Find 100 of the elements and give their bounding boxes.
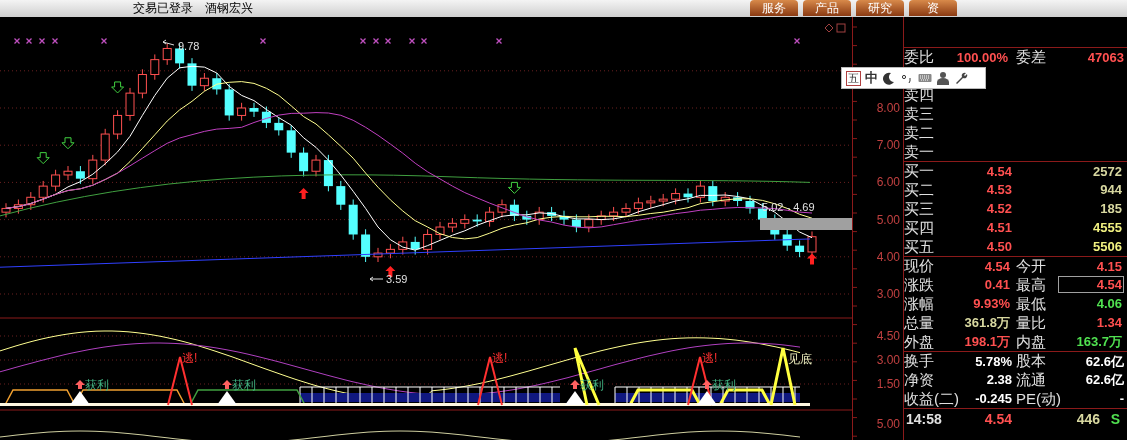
axis-label: 4.50 xyxy=(876,329,900,343)
candlestick xyxy=(509,199,519,222)
stock-name: 酒钢宏兴 xyxy=(205,0,253,16)
candlestick xyxy=(373,247,383,263)
candlestick xyxy=(75,165,85,185)
candlestick xyxy=(224,83,234,122)
cross-marker-icon xyxy=(359,37,367,45)
triangle-marker xyxy=(217,391,237,405)
menu-tab[interactable]: 资 xyxy=(909,0,957,16)
field-label: 卖二 xyxy=(904,123,935,142)
axis-label: 5.00 xyxy=(876,212,900,227)
field-value: 4.53 xyxy=(985,181,1012,198)
down-arrow-icon xyxy=(507,181,521,194)
down-arrow-icon xyxy=(61,137,75,150)
candlestick xyxy=(299,146,309,177)
menu-tab[interactable]: 产品 xyxy=(803,0,851,16)
field-value: - xyxy=(1118,390,1124,407)
field-value: 2572 xyxy=(1092,162,1122,180)
field-value: 5506 xyxy=(1092,238,1122,255)
candlestick xyxy=(435,221,445,241)
candlestick xyxy=(212,72,222,96)
candlestick xyxy=(51,169,61,192)
triangle-marker xyxy=(70,391,90,405)
menu-tab[interactable]: 研究 xyxy=(856,0,904,16)
menu-tab[interactable]: 服务 xyxy=(750,0,798,16)
field-label: 外盘 xyxy=(904,332,935,351)
field-value: 198.1万 xyxy=(963,333,1011,350)
field-label: 量比 xyxy=(1016,313,1047,332)
candlestick xyxy=(733,191,743,207)
field-value: 944 xyxy=(1099,181,1122,198)
candlestick xyxy=(385,243,395,259)
candlestick xyxy=(609,206,619,222)
candlestick xyxy=(695,180,705,203)
candlestick xyxy=(38,180,48,203)
field-value: 1.34 xyxy=(1095,314,1123,331)
candlestick xyxy=(795,239,805,258)
user-icon[interactable] xyxy=(936,71,950,85)
pointer-line xyxy=(369,276,384,282)
candlestick xyxy=(187,57,197,92)
field-value: 62.6亿 xyxy=(1084,371,1124,388)
candlestick xyxy=(323,154,333,192)
up-arrow-icon xyxy=(702,380,712,389)
spike-marker xyxy=(573,346,601,406)
candlestick xyxy=(113,109,123,140)
field-label: 总量 xyxy=(904,313,935,332)
candlestick xyxy=(522,210,532,226)
candlestick xyxy=(1,202,11,218)
cross-marker-icon xyxy=(100,37,108,45)
down-arrow-icon xyxy=(36,152,50,165)
field-label: PE(动) xyxy=(1016,389,1062,408)
moon-icon[interactable] xyxy=(882,71,896,85)
candlestick xyxy=(100,128,110,166)
square-icon xyxy=(836,23,846,33)
candlestick xyxy=(497,199,507,218)
field-label: 卖四 xyxy=(904,85,935,104)
price-label: 3.59 xyxy=(386,273,408,286)
wrench-icon[interactable] xyxy=(954,71,968,85)
candlestick xyxy=(547,206,557,222)
candlestick xyxy=(621,202,631,218)
trade-side: S xyxy=(1109,410,1120,429)
candlestick xyxy=(646,195,656,209)
down-arrow-icon xyxy=(111,81,125,94)
field-label: 涨跌 xyxy=(904,275,935,294)
axis-label: 8.00 xyxy=(876,101,900,115)
field-value: 4.54 xyxy=(983,257,1011,275)
field-label: 委差 xyxy=(1016,48,1047,66)
field-label: 卖一 xyxy=(904,142,935,161)
candlestick xyxy=(472,213,482,228)
candlestick xyxy=(361,228,371,263)
candlestick xyxy=(633,197,643,215)
signal-label: 获利 xyxy=(85,379,109,392)
field-label: 涨幅 xyxy=(904,294,935,313)
candlestick xyxy=(782,228,792,252)
language-key[interactable]: 中 xyxy=(865,70,878,86)
field-value: 2.38 xyxy=(985,371,1012,388)
cross-marker-icon xyxy=(372,37,380,45)
candlestick xyxy=(286,124,296,159)
candlestick xyxy=(125,87,135,122)
field-value: 47063 xyxy=(1086,48,1124,66)
candlestick xyxy=(447,217,457,233)
field-label: 买三 xyxy=(904,199,935,218)
axis-label: 1.50 xyxy=(876,377,900,391)
candlestick xyxy=(162,42,172,66)
candlestick xyxy=(460,213,470,230)
signal-label: 逃! xyxy=(182,352,198,365)
field-label: 内盘 xyxy=(1016,332,1047,351)
field-label: 最低 xyxy=(1016,294,1047,313)
trade-volume: 446 xyxy=(1075,410,1100,429)
signal-label: 逃! xyxy=(492,352,508,365)
cross-marker-icon xyxy=(51,37,59,45)
signal-label: 见底 xyxy=(788,353,812,366)
field-value: 0.41 xyxy=(983,276,1011,293)
field-label: 现价 xyxy=(904,257,935,275)
cross-marker-icon xyxy=(25,37,33,45)
field-label: 委比 xyxy=(904,48,935,66)
up-arrow-icon xyxy=(75,380,85,389)
mode-key[interactable]: 五 xyxy=(846,70,861,86)
candlestick xyxy=(410,236,420,256)
candlestick xyxy=(311,154,321,177)
field-value: 5.78% xyxy=(974,352,1012,370)
